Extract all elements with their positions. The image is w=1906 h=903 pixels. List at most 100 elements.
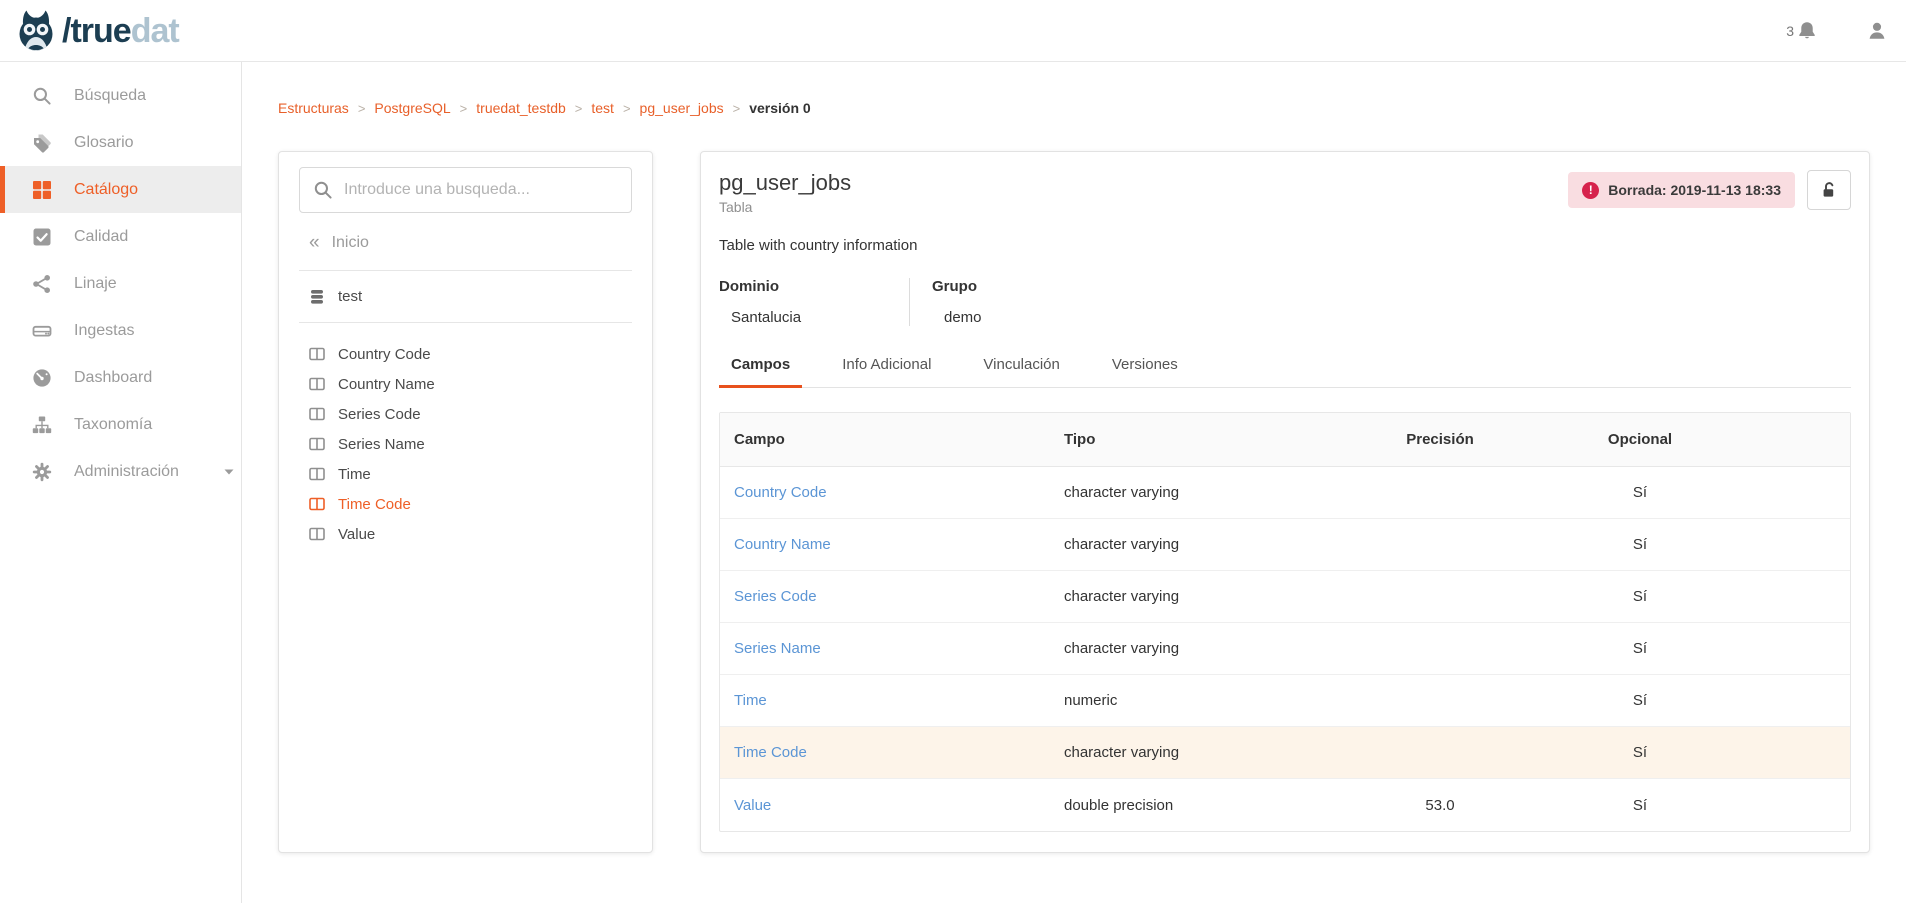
breadcrumb-link-test[interactable]: test xyxy=(591,100,614,116)
unlock-icon xyxy=(1819,180,1839,200)
breadcrumb: Estructuras > PostgreSQL > truedat_testd… xyxy=(278,100,1906,116)
tree-item-series-code[interactable]: Series Code xyxy=(299,399,632,429)
sidebar-item-label: Búsqueda xyxy=(74,87,146,105)
sidebar-item-catalogo[interactable]: Catálogo xyxy=(0,166,241,213)
sidebar-item-linaje[interactable]: Linaje xyxy=(0,260,241,307)
owl-logo-icon xyxy=(14,9,58,53)
main-content: Estructuras > PostgreSQL > truedat_testd… xyxy=(242,62,1906,903)
tree-item-label: Series Code xyxy=(338,406,421,423)
field-precision: 53.0 xyxy=(1340,797,1540,814)
tree-item-country-code[interactable]: Country Code xyxy=(299,339,632,369)
gauge-icon xyxy=(32,368,52,388)
field-optional: Sí xyxy=(1540,588,1740,605)
columns-icon xyxy=(309,466,325,482)
field-link[interactable]: Country Code xyxy=(734,484,827,501)
structure-detail-panel: pg_user_jobs Tabla Borrada: 2019-11-13 1… xyxy=(700,151,1870,853)
column-list: Country Code Country Name Series Code xyxy=(299,323,632,549)
field-link[interactable]: Series Code xyxy=(734,588,817,605)
breadcrumb-separator: > xyxy=(358,101,366,116)
sidebar-item-label: Calidad xyxy=(74,228,128,246)
meta-label: Dominio xyxy=(719,278,909,295)
chevron-down-icon xyxy=(223,466,235,478)
sidebar-item-taxonomia[interactable]: Taxonomía xyxy=(0,401,241,448)
field-optional: Sí xyxy=(1540,744,1740,761)
tree-item-label: Value xyxy=(338,526,375,543)
double-chevron-left-icon xyxy=(309,233,320,253)
meta-dominio: Dominio Santalucia xyxy=(719,278,909,326)
tree-item-test[interactable]: test xyxy=(299,271,632,322)
sidebar-item-ingestas[interactable]: Ingestas xyxy=(0,307,241,354)
field-link[interactable]: Time xyxy=(734,692,767,709)
tree-item-country-name[interactable]: Country Name xyxy=(299,369,632,399)
column-header-opcional: Opcional xyxy=(1540,431,1740,448)
structure-search-input[interactable] xyxy=(299,167,632,213)
sidebar-item-glosario[interactable]: Glosario xyxy=(0,119,241,166)
lock-button[interactable] xyxy=(1807,170,1851,210)
user-icon xyxy=(1866,20,1888,42)
columns-icon xyxy=(309,436,325,452)
sidebar-item-label: Glosario xyxy=(74,134,134,152)
columns-icon xyxy=(309,346,325,362)
columns-icon xyxy=(309,526,325,542)
tab-info-adicional[interactable]: Info Adicional xyxy=(830,356,943,388)
breadcrumb-link-pg-user-jobs[interactable]: pg_user_jobs xyxy=(640,100,724,116)
fields-table: Campo Tipo Precisión Opcional Country Co… xyxy=(719,412,1851,832)
share-nodes-icon xyxy=(32,274,52,294)
deleted-badge: Borrada: 2019-11-13 18:33 xyxy=(1568,172,1795,208)
field-link[interactable]: Series Name xyxy=(734,640,821,657)
field-type: character varying xyxy=(1050,484,1340,501)
back-to-home[interactable]: Inicio xyxy=(299,229,632,257)
logo-wordmark: /truedat xyxy=(62,14,179,48)
breadcrumb-link-truedat-testdb[interactable]: truedat_testdb xyxy=(476,100,566,116)
table-row-highlighted: Time Code character varying Sí xyxy=(720,727,1850,779)
meta-value: demo xyxy=(932,309,1139,326)
notifications-button[interactable]: 3 xyxy=(1786,20,1818,42)
tab-campos[interactable]: Campos xyxy=(719,356,802,388)
field-link[interactable]: Time Code xyxy=(734,744,807,761)
field-optional: Sí xyxy=(1540,797,1740,814)
breadcrumb-link-postgresql[interactable]: PostgreSQL xyxy=(374,100,450,116)
truedat-logo[interactable]: /truedat xyxy=(14,9,179,53)
tree-item-value[interactable]: Value xyxy=(299,519,632,549)
tree-item-time[interactable]: Time xyxy=(299,459,632,489)
tab-versiones[interactable]: Versiones xyxy=(1100,356,1190,388)
user-menu-button[interactable] xyxy=(1866,20,1888,42)
table-row: Country Name character varying Sí xyxy=(720,519,1850,571)
field-link[interactable]: Value xyxy=(734,797,771,814)
grid-icon xyxy=(32,180,52,200)
table-row: Value double precision 53.0 Sí xyxy=(720,779,1850,831)
sidebar-item-administracion[interactable]: Administración xyxy=(0,448,241,495)
sidebar-item-calidad[interactable]: Calidad xyxy=(0,213,241,260)
sidebar-item-label: Ingestas xyxy=(74,322,134,340)
search-icon xyxy=(313,180,333,200)
breadcrumb-separator: > xyxy=(623,101,631,116)
field-type: character varying xyxy=(1050,744,1340,761)
field-type: double precision xyxy=(1050,797,1340,814)
sidebar-item-busqueda[interactable]: Búsqueda xyxy=(0,72,241,119)
tree-item-label: Country Name xyxy=(338,376,435,393)
tree-item-label: Time xyxy=(338,466,371,483)
field-type: character varying xyxy=(1050,640,1340,657)
database-icon xyxy=(309,289,325,305)
breadcrumb-separator: > xyxy=(575,101,583,116)
alert-circle-icon xyxy=(1582,182,1599,199)
table-row: Series Name character varying Sí xyxy=(720,623,1850,675)
field-type: character varying xyxy=(1050,536,1340,553)
tree-item-label: Time Code xyxy=(338,496,411,513)
sidebar-item-dashboard[interactable]: Dashboard xyxy=(0,354,241,401)
tree-item-time-code[interactable]: Time Code xyxy=(299,489,632,519)
field-optional: Sí xyxy=(1540,640,1740,657)
breadcrumb-link-estructuras[interactable]: Estructuras xyxy=(278,100,349,116)
field-link[interactable]: Country Name xyxy=(734,536,831,553)
gear-icon xyxy=(32,462,52,482)
columns-icon xyxy=(309,496,325,512)
breadcrumb-separator: > xyxy=(460,101,468,116)
columns-icon xyxy=(309,406,325,422)
tree-item-series-name[interactable]: Series Name xyxy=(299,429,632,459)
search-icon xyxy=(32,86,52,106)
tab-vinculacion[interactable]: Vinculación xyxy=(971,356,1071,388)
table-row: Time numeric Sí xyxy=(720,675,1850,727)
hard-drive-icon xyxy=(32,321,52,341)
column-header-precision: Precisión xyxy=(1340,431,1540,448)
sidebar-item-label: Administración xyxy=(74,463,179,481)
